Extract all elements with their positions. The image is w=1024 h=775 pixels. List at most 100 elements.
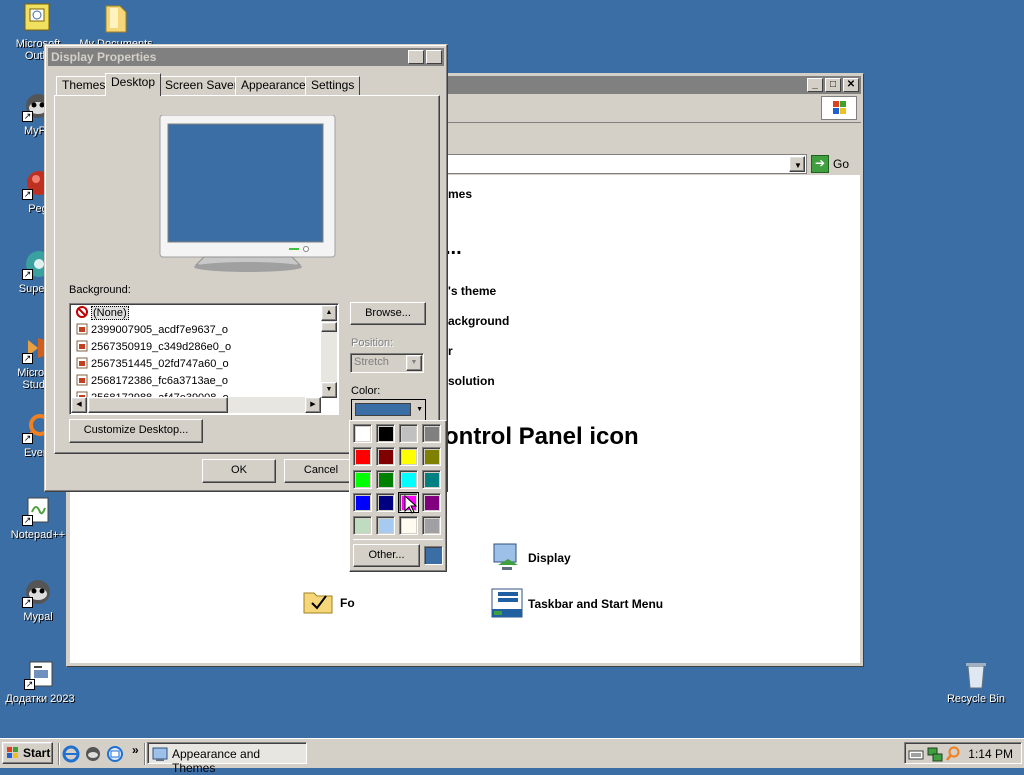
color-swatch[interactable] bbox=[399, 470, 418, 489]
search-tray-icon[interactable] bbox=[945, 746, 961, 762]
list-item-none[interactable]: (None) bbox=[76, 305, 129, 321]
color-swatch[interactable] bbox=[422, 470, 441, 489]
swatch-fill bbox=[379, 450, 393, 464]
recycle-bin-icon bbox=[960, 658, 992, 690]
color-swatch[interactable] bbox=[353, 516, 372, 535]
close-button[interactable]: ✕ bbox=[426, 50, 442, 64]
task-link-screensaver[interactable]: r bbox=[448, 344, 453, 358]
task-link-theme[interactable]: 's theme bbox=[448, 284, 496, 298]
scroll-thumb[interactable] bbox=[88, 397, 228, 413]
close-button[interactable]: ✕ bbox=[843, 78, 859, 92]
color-swatch[interactable] bbox=[422, 516, 441, 535]
color-swatch[interactable] bbox=[422, 493, 441, 512]
mypal-icon: ↗ bbox=[22, 576, 54, 608]
image-file-icon bbox=[76, 323, 88, 335]
tab-desktop[interactable]: Desktop bbox=[105, 73, 162, 96]
go-button[interactable]: ➔ Go bbox=[811, 154, 857, 174]
other-color-button[interactable]: Other... bbox=[353, 544, 420, 567]
task-link-resolution[interactable]: solution bbox=[448, 374, 495, 388]
color-swatch[interactable] bbox=[376, 493, 395, 512]
desktop-icon-label: Recycle Bin bbox=[946, 693, 1006, 705]
outlook-express-icon bbox=[107, 746, 123, 762]
quick-launch-overflow[interactable]: » bbox=[132, 743, 139, 757]
minimize-button[interactable]: _ bbox=[807, 78, 823, 92]
go-button-label: Go bbox=[833, 157, 850, 171]
clock[interactable]: 1:14 PM bbox=[968, 747, 1013, 761]
dialog-title-bar[interactable]: Display Properties ? ✕ bbox=[48, 48, 444, 66]
network-icon[interactable] bbox=[927, 746, 943, 762]
scroll-down-button[interactable]: ▼ bbox=[321, 382, 337, 398]
cp-icon-label: Fo bbox=[340, 596, 355, 610]
scroll-thumb[interactable] bbox=[321, 322, 337, 332]
desktop-icon-recycle-bin[interactable]: Recycle Bin bbox=[938, 658, 1014, 705]
color-swatch[interactable] bbox=[376, 424, 395, 443]
color-swatch[interactable] bbox=[353, 424, 372, 443]
keyboard-icon[interactable] bbox=[908, 746, 924, 762]
list-item[interactable]: 2399007905_acdf7e9637_o bbox=[76, 322, 228, 338]
color-swatch[interactable] bbox=[353, 470, 372, 489]
browse-button[interactable]: Browse... bbox=[350, 302, 426, 325]
ie-icon bbox=[62, 745, 80, 763]
shortcut-arrow-icon: ↗ bbox=[22, 433, 33, 444]
cancel-button[interactable]: Cancel bbox=[284, 459, 358, 483]
task-link-1[interactable]: mes bbox=[448, 187, 472, 201]
address-dropdown-button[interactable]: ▼ bbox=[789, 156, 805, 172]
cp-icon-taskbar[interactable]: Taskbar and Start Menu bbox=[490, 587, 690, 621]
quick-launch-outlook-express[interactable] bbox=[106, 745, 124, 766]
list-item[interactable]: 2567350919_c349d286e0_o bbox=[76, 339, 231, 355]
maximize-button[interactable]: □ bbox=[825, 78, 841, 92]
folder-options-icon bbox=[303, 592, 333, 614]
desktop-icon-mypal-2[interactable]: ↗ Mypal bbox=[0, 576, 76, 623]
help-button[interactable]: ? bbox=[408, 50, 424, 64]
tab-themes[interactable]: Themes bbox=[56, 76, 112, 95]
shortcut-arrow-icon: ↗ bbox=[22, 353, 33, 364]
desktop-icon-notepadpp[interactable]: ↗ Notepad++ bbox=[0, 494, 76, 541]
customize-desktop-button[interactable]: Customize Desktop... bbox=[69, 419, 203, 443]
background-list[interactable]: (None) 2399007905_acdf7e9637_o 256735091… bbox=[69, 303, 339, 415]
list-item[interactable]: 2567351445_02fd747a60_o bbox=[76, 356, 229, 372]
desktop-icon-my-documents[interactable]: My Documents bbox=[76, 2, 156, 50]
tab-settings[interactable]: Settings bbox=[305, 76, 361, 95]
scroll-left-button[interactable]: ◀ bbox=[71, 397, 87, 413]
ok-button[interactable]: OK bbox=[202, 459, 276, 483]
color-swatch[interactable] bbox=[399, 424, 418, 443]
quick-launch-mypal[interactable] bbox=[84, 745, 102, 766]
shortcut-arrow-icon: ↗ bbox=[22, 111, 33, 122]
cp-icon-display[interactable]: Display bbox=[490, 541, 610, 575]
control-panel-icon bbox=[152, 747, 168, 761]
color-swatch[interactable] bbox=[422, 424, 441, 443]
list-horizontal-scrollbar[interactable]: ◀ ▶ bbox=[71, 397, 321, 413]
task-button-appearance-themes[interactable]: Appearance and Themes bbox=[147, 742, 307, 775]
start-button[interactable]: Start bbox=[2, 742, 53, 764]
scroll-up-button[interactable]: ▲ bbox=[321, 305, 337, 321]
color-swatch[interactable] bbox=[376, 470, 395, 489]
list-item[interactable]: 2568172386_fc6a3713ae_o bbox=[76, 373, 228, 389]
swatch-fill bbox=[356, 473, 370, 487]
cp-icon-folder-options[interactable]: Fo bbox=[302, 587, 355, 618]
notepadpp-icon: ↗ bbox=[22, 494, 54, 526]
tab-appearance[interactable]: Appearance bbox=[235, 76, 312, 95]
task-link-background[interactable]: ackground bbox=[448, 314, 509, 328]
outlook-icon bbox=[22, 2, 54, 34]
color-swatch[interactable] bbox=[399, 447, 418, 466]
system-tray: 1:14 PM bbox=[904, 742, 1022, 764]
taskbar-icon bbox=[491, 588, 523, 618]
color-swatch[interactable] bbox=[399, 516, 418, 535]
task-label: Appearance and Themes bbox=[172, 747, 261, 775]
desktop-icon-label: Notepad++ bbox=[10, 529, 66, 541]
chevron-down-icon: ▼ bbox=[406, 355, 422, 371]
position-select[interactable]: Stretch ▼ bbox=[350, 353, 424, 373]
color-swatch[interactable] bbox=[376, 447, 395, 466]
list-vertical-scrollbar[interactable]: ▲ ▼ bbox=[321, 305, 337, 398]
tab-screen-saver[interactable]: Screen Saver bbox=[159, 76, 244, 95]
color-picker-button[interactable]: ▼ bbox=[351, 399, 426, 421]
color-swatch[interactable] bbox=[376, 516, 395, 535]
color-swatch[interactable] bbox=[422, 447, 441, 466]
quick-launch-ie[interactable] bbox=[62, 745, 80, 766]
swatch-fill bbox=[356, 519, 370, 533]
chevron-down-icon: ▼ bbox=[416, 406, 423, 413]
mouse-pointer-icon bbox=[404, 495, 418, 514]
scroll-right-button[interactable]: ▶ bbox=[305, 397, 321, 413]
color-swatch[interactable] bbox=[353, 447, 372, 466]
color-swatch[interactable] bbox=[353, 493, 372, 512]
